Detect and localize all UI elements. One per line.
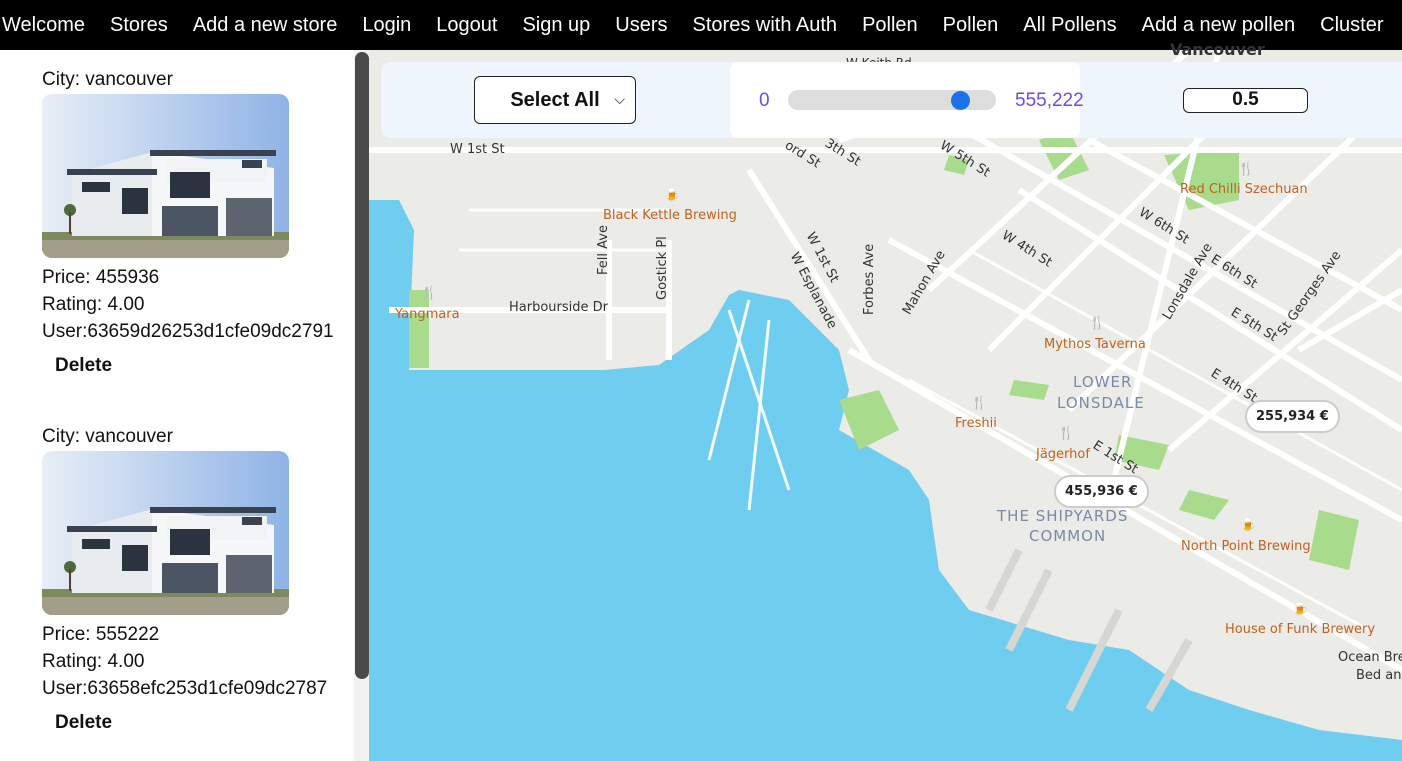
store-city: City: vancouver xyxy=(42,426,173,447)
street-label: Fell Ave xyxy=(596,225,611,275)
store-card: City: vancouver Pri xyxy=(42,66,352,377)
brewery-icon: 🍺 xyxy=(664,188,681,203)
city-label: Vancouver xyxy=(1170,40,1265,59)
poi-label[interactable]: North Point Brewing xyxy=(1181,539,1311,554)
nav-stores[interactable]: Stores xyxy=(110,0,168,50)
poi-label[interactable]: House of Funk Brewery xyxy=(1225,622,1375,637)
street-label: Forbes Ave xyxy=(862,243,877,315)
nav-pollen-1[interactable]: Pollen xyxy=(862,0,918,50)
poi-label[interactable]: Freshii xyxy=(955,416,997,431)
area-label: THE SHIPYARDS xyxy=(997,507,1129,525)
store-card: City: vancouver Pri xyxy=(42,423,352,734)
nav-signup[interactable]: Sign up xyxy=(522,0,590,50)
restaurant-icon: 🍴 xyxy=(1238,162,1255,177)
map-canvas xyxy=(369,50,1402,761)
delete-button[interactable]: Delete xyxy=(55,712,112,734)
store-price: Price: 455936 xyxy=(42,267,160,288)
poi-label: Bed and xyxy=(1356,668,1402,683)
store-rating: Rating: 4.00 xyxy=(42,651,145,672)
delete-button[interactable]: Delete xyxy=(55,355,112,377)
category-select[interactable]: Select All ⌵ xyxy=(474,76,636,124)
restaurant-icon: 🍴 xyxy=(421,286,438,301)
slider-max-label: 555,222 xyxy=(1015,90,1084,111)
store-list-sidebar: City: vancouver Price: 455936 Rating: 4.… xyxy=(0,50,369,761)
street-label: W 1st St xyxy=(450,142,505,157)
store-city: City: vancouver xyxy=(42,69,173,90)
area-label: LOWER xyxy=(1073,373,1133,391)
poi-label[interactable]: Yangmara xyxy=(395,307,460,322)
price-marker[interactable]: 255,934 € xyxy=(1245,400,1340,433)
nav-cluster[interactable]: Cluster xyxy=(1320,0,1383,50)
store-rating: Rating: 4.00 xyxy=(42,294,145,315)
nav-logout[interactable]: Logout xyxy=(436,0,497,50)
street-label: Gostick Pl xyxy=(655,236,670,300)
nav-login[interactable]: Login xyxy=(362,0,411,50)
nav-stores-auth[interactable]: Stores with Auth xyxy=(693,0,838,50)
poi-label[interactable]: Red Chilli Szechuan xyxy=(1180,182,1308,197)
nav-add-store[interactable]: Add a new store xyxy=(193,0,338,50)
restaurant-icon: 🍴 xyxy=(1058,426,1075,441)
select-value: Select All xyxy=(510,88,600,111)
nav-all-pollens[interactable]: All Pollens xyxy=(1023,0,1116,50)
poi-label[interactable]: Jägerhof xyxy=(1036,447,1090,462)
street-label: Harbourside Dr xyxy=(509,300,608,315)
poi-label[interactable]: Black Kettle Brewing xyxy=(603,208,737,223)
store-user: User:63658efc253d1cfe09dc2787 xyxy=(42,678,328,699)
price-marker[interactable]: 455,936 € xyxy=(1054,475,1149,508)
chevron-down-icon: ⌵ xyxy=(614,91,625,107)
map-view[interactable] xyxy=(369,50,1402,761)
brewery-icon: 🍺 xyxy=(1292,602,1309,617)
restaurant-icon: 🍴 xyxy=(971,396,988,411)
nav-welcome[interactable]: Welcome xyxy=(2,0,85,50)
store-price: Price: 555222 xyxy=(42,624,160,645)
store-photo xyxy=(42,94,289,258)
nav-pollen-2[interactable]: Pollen xyxy=(943,0,999,50)
price-slider-thumb[interactable] xyxy=(950,91,970,110)
poi-label: Ocean Bre xyxy=(1338,650,1402,665)
store-photo xyxy=(42,451,289,615)
radius-number-input[interactable]: 0.5 xyxy=(1183,88,1308,113)
area-label: LONSDALE xyxy=(1057,394,1145,412)
slider-min-label: 0 xyxy=(759,90,770,111)
sidebar-scrollbar-thumb[interactable] xyxy=(355,52,369,679)
store-user: User:63659d26253d1cfe09dc2791 xyxy=(42,321,334,342)
poi-label[interactable]: Mythos Taverna xyxy=(1044,337,1146,352)
brewery-icon: 🍺 xyxy=(1240,518,1257,533)
restaurant-icon: 🍴 xyxy=(1089,316,1106,331)
nav-users[interactable]: Users xyxy=(615,0,667,50)
area-label: COMMON xyxy=(1029,527,1107,545)
